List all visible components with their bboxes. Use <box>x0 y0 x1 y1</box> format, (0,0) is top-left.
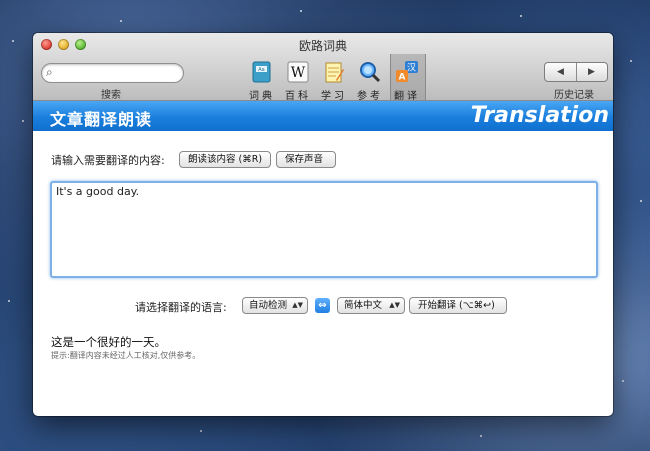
reference-magnifier-icon <box>360 62 381 83</box>
tab-label: 参考 <box>357 91 383 102</box>
background-star <box>22 120 24 122</box>
background-star <box>300 10 302 12</box>
input-prompt: 请输入需要翻译的内容: <box>51 154 165 167</box>
tab-encyclopedia[interactable]: W 百科 <box>283 60 313 102</box>
source-text-input[interactable]: It's a good day. <box>56 185 590 270</box>
svg-text:Aa: Aa <box>258 67 264 73</box>
svg-text:W: W <box>291 65 306 81</box>
start-translate-button[interactable]: 开始翻译 (⌥⌘↩) <box>409 297 507 314</box>
tab-translate[interactable]: 汉 A 翻译 <box>392 60 422 102</box>
tab-label: 百科 <box>285 91 311 102</box>
translation-result: 这是一个很好的一天。 <box>51 335 166 349</box>
background-star <box>630 60 632 62</box>
history-label: 历史记录 <box>554 90 594 101</box>
translate-icon: 汉 A <box>396 61 418 83</box>
select-arrows-icon: ▲▼ <box>292 301 303 309</box>
source-text-area: It's a good day. <box>50 181 598 278</box>
toolbar: 欧路词典 ⌕ 搜索 Aa 词典 W 百科 学习 参考 汉 A 翻译 ◀ ▶ 历史… <box>33 33 613 102</box>
tab-label: 词典 <box>249 91 275 102</box>
svg-text:A: A <box>399 73 406 83</box>
target-language-value: 简体中文 <box>344 300 383 311</box>
tab-label: 翻译 <box>394 91 420 102</box>
study-notepad-icon <box>325 62 344 83</box>
tab-study[interactable]: 学习 <box>319 60 349 102</box>
language-label: 请选择翻译的语言: <box>135 301 227 314</box>
history-forward-button[interactable]: ▶ <box>576 63 607 81</box>
background-star <box>520 15 522 17</box>
translation-banner: 文章翻译朗读 Translation <box>33 101 613 131</box>
search-label: 搜索 <box>101 90 121 101</box>
save-audio-button[interactable]: 保存声音 <box>276 151 336 168</box>
background-star <box>120 20 122 22</box>
history-back-button[interactable]: ◀ <box>545 63 577 81</box>
background-star <box>622 380 624 382</box>
tab-reference[interactable]: 参考 <box>355 60 385 102</box>
search-input[interactable] <box>62 65 176 82</box>
translation-hint: 提示:翻译内容未经过人工核对,仅供参考。 <box>51 351 201 360</box>
history-nav: ◀ ▶ <box>544 62 608 82</box>
window-title: 欧路词典 <box>298 39 347 53</box>
background-star <box>200 430 202 432</box>
background-star <box>12 40 14 42</box>
background-star <box>480 435 482 437</box>
swap-languages-button[interactable]: ⇔ <box>315 298 330 313</box>
dictionary-book-icon: Aa <box>252 61 271 83</box>
background-star <box>8 300 10 302</box>
source-language-value: 自动检测 <box>249 300 288 311</box>
app-window: 欧路词典 ⌕ 搜索 Aa 词典 W 百科 学习 参考 汉 A 翻译 ◀ ▶ 历史… <box>33 33 613 416</box>
search-field[interactable]: ⌕ <box>41 63 184 83</box>
background-star <box>640 200 642 202</box>
select-arrows-icon: ▲▼ <box>389 301 400 309</box>
banner-title: 文章翻译朗读 <box>50 110 153 129</box>
tab-label: 学习 <box>321 91 347 102</box>
search-icon: ⌕ <box>46 65 53 79</box>
svg-text:汉: 汉 <box>407 63 416 74</box>
source-language-select[interactable]: 自动检测 ▲▼ <box>242 297 308 314</box>
banner-subtitle: Translation <box>470 103 609 128</box>
wikipedia-w-icon: W <box>287 61 309 83</box>
read-aloud-button[interactable]: 朗读该内容 (⌘R) <box>179 151 271 168</box>
target-language-select[interactable]: 简体中文 ▲▼ <box>337 297 405 314</box>
tab-dictionary[interactable]: Aa 词典 <box>247 60 277 102</box>
